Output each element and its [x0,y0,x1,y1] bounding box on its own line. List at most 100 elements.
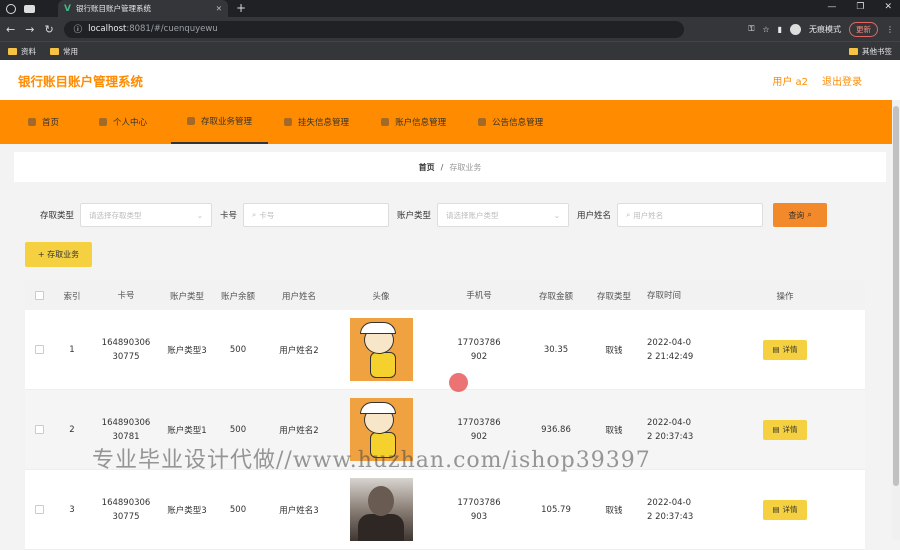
row-checkbox[interactable] [34,425,44,434]
globe-icon[interactable] [6,3,16,14]
sidebar-icon[interactable]: ▮ [778,25,782,34]
breadcrumb-home[interactable]: 首页 [419,162,435,173]
cell-index: 2 [69,424,75,435]
wallet-icon [187,117,196,125]
incognito-label: 无痕模式 [809,24,841,34]
window-icon[interactable] [24,4,35,13]
type-label: 存取类型 [40,211,75,221]
close-window-icon[interactable]: ✕ [884,2,892,12]
nav-item-notice[interactable]: 公告信息管理 [462,100,559,144]
detail-button[interactable]: ▤ 详情 [763,499,807,520]
new-tab-icon[interactable]: + [236,1,246,15]
url-path: :8081/#/cuenquyewu [126,24,218,34]
col-index: 索引 [63,291,81,302]
info-icon[interactable]: ⓘ [74,23,83,35]
bookmark-folder-1[interactable]: 资料 [8,46,36,57]
time-line2: 2 20:37:43 [647,431,694,442]
acct-type-label: 账户类型 [397,211,432,221]
phone-line2: 903 [470,511,488,522]
row-checkbox[interactable] [34,345,44,354]
nav-item-home[interactable]: 首页 [12,100,75,144]
cell-acct-type: 账户类型3 [167,345,207,356]
select-all-checkbox[interactable] [34,291,44,300]
detail-label: 详情 [782,425,798,434]
minimize-icon[interactable]: — [827,2,836,12]
detail-button[interactable]: ▤ 详情 [763,339,807,360]
name-input[interactable]: ⌕ 用户姓名 [617,203,764,227]
bookmark-label: 常用 [63,46,78,56]
scrollbar-thumb[interactable] [893,106,899,486]
cell-balance: 500 [229,344,247,355]
url-host: localhost [88,24,127,34]
col-name: 用户姓名 [281,291,316,302]
window-controls: — ❐ ✕ [827,2,892,12]
update-button[interactable]: 更新 [849,21,878,37]
card-input[interactable]: ⌕ 卡号 [243,203,390,227]
type-select[interactable]: 请选择存取类型 ⌄ [80,203,213,227]
time-line2: 2 20:37:43 [647,511,694,522]
name-placeholder: 用户姓名 [633,210,664,220]
chevron-down-icon: ⌄ [196,210,204,220]
cell-amount: 30.35 [543,344,569,355]
bookmark-label: 资料 [21,46,36,56]
back-icon[interactable]: ← [6,23,15,36]
nav-item-profile[interactable]: 个人中心 [83,100,163,144]
cell-time: 2022-04-0 2 21:42:49 [647,336,705,364]
logout-link[interactable]: 退出登录 [822,73,862,88]
time-line1: 2022-04-0 [647,337,691,348]
col-phone: 手机号 [466,290,492,301]
nav-item-loss[interactable]: 挂失信息管理 [268,100,365,144]
folder-icon [8,47,17,55]
incognito-avatar-icon[interactable] [790,23,801,35]
detail-button[interactable]: ▤ 详情 [763,419,807,440]
current-user[interactable]: 用户 a2 [772,73,808,88]
bookmark-folder-2[interactable]: 常用 [50,46,78,57]
phone-line1: 17703786 [457,337,501,348]
doc-icon: ▤ [772,505,780,514]
col-amount: 存取金额 [538,291,573,302]
card-line2: 30775 [112,511,140,522]
forward-icon[interactable]: → [25,23,34,36]
close-tab-icon[interactable]: ✕ [216,4,222,13]
cell-name: 用户姓名3 [279,505,319,516]
page-scrollbar[interactable] [892,100,900,540]
menu-dots-icon[interactable]: ⋮ [886,25,894,34]
maximize-icon[interactable]: ❐ [856,2,864,12]
search-bar: 存取类型 请选择存取类型 ⌄ 卡号 ⌕ 卡号 账户类型 请选择账户类型 ⌄ 用户姓名 … [40,203,828,227]
cell-phone: 17703786 903 [427,496,531,524]
time-line2: 2 21:42:49 [647,351,694,362]
nav-item-account[interactable]: 账户信息管理 [365,100,462,144]
bookmark-other[interactable]: 其他书签 [849,46,892,57]
detail-label: 详情 [782,345,798,354]
add-deposit-button[interactable]: + 存取业务 [25,242,92,267]
cell-card: 164890306 30775 [91,496,161,524]
search-icon: ⌕ [807,210,812,219]
star-icon[interactable]: ☆ [762,25,769,34]
browser-tab[interactable]: V 银行账目账户管理系统 ✕ [58,0,228,17]
cell-amount: 105.79 [541,504,571,515]
main-nav: 首页 个人中心 存取业务管理 挂失信息管理 账户信息管理 公告信息管理 [0,100,900,144]
cell-name: 用户姓名2 [279,345,319,356]
detail-label: 详情 [782,505,798,514]
nav-item-deposit[interactable]: 存取业务管理 [171,100,269,144]
table-row: 1 164890306 30775 账户类型3 500 用户姓名2 1770378… [25,310,865,390]
records-table: 索引 卡号 账户类型 账户余额 用户姓名 头像 手机号 存取金额 存取类型 存取… [25,281,865,550]
user-icon [99,118,108,126]
col-avatar: 头像 [372,291,390,302]
reload-icon[interactable]: ↻ [44,23,53,36]
query-button[interactable]: 查询 ⌕ [773,203,828,227]
row-checkbox[interactable] [34,505,44,514]
nav-label: 首页 [42,118,60,128]
acct-type-select[interactable]: 请选择账户类型 ⌄ [437,203,570,227]
chevron-down-icon: ⌄ [553,210,561,220]
cell-balance: 500 [229,504,247,515]
card-line1: 164890306 [101,497,151,508]
card-line1: 164890306 [101,337,151,348]
cell-time: 2022-04-0 2 20:37:43 [647,496,705,524]
app-title: 银行账目账户管理系统 [18,73,144,89]
key-icon[interactable]: ⚿ [748,24,754,34]
table-row: 3 164890306 30775 账户类型3 500 用户姓名3 1770378… [25,470,865,550]
avatar [349,318,413,381]
url-field[interactable]: ⓘ localhost:8081/#/cuenquyewu [63,20,684,38]
breadcrumb-current: 存取业务 [449,162,482,172]
